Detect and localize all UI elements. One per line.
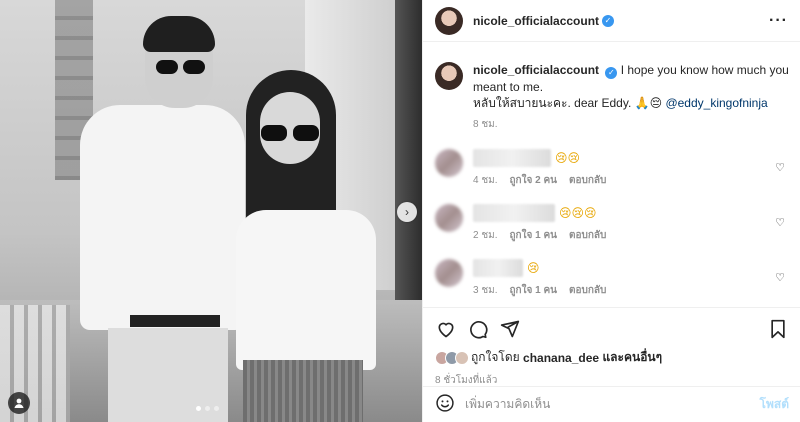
verified-icon: ✓ [602,14,615,27]
comment-time[interactable]: 3 ชม. [473,285,498,296]
more-options-icon[interactable]: ··· [769,12,788,30]
comment-time[interactable]: 4 ชม. [473,175,498,186]
verified-icon: ✓ [605,67,618,79]
like-comment-icon[interactable]: ♡ [775,271,785,284]
like-comment-icon[interactable]: ♡ [775,216,785,229]
post-sidebar: nicole_officialaccount ✓ ··· nicole_offi… [422,0,800,422]
comment-username[interactable] [473,204,555,222]
likes-others-link[interactable]: และคนอื่นๆ [602,348,662,367]
avatar[interactable] [435,149,463,177]
photo-woman [228,70,378,422]
tagged-users-button[interactable] [8,392,30,414]
comments-list[interactable]: nicole_officialaccount ✓ I hope you know… [423,42,800,307]
liker-username[interactable]: chanana_dee [523,351,599,365]
chevron-right-icon: › [405,205,409,219]
send-icon [500,320,520,338]
add-comment-bar: เพิ่มความคิดเห็น โพสต์ [423,386,800,422]
post-header: nicole_officialaccount ✓ ··· [423,0,800,42]
comment-username[interactable] [473,259,523,277]
like-comment-icon[interactable]: ♡ [775,161,785,174]
liker-avatars [435,350,469,365]
heart-icon [438,322,454,338]
bookmark-icon [771,319,785,339]
carousel-indicator [196,406,219,411]
comment-text: 😢😢 [555,151,581,165]
save-button[interactable] [767,318,789,340]
reply-button[interactable]: ตอบกลับ [569,230,606,241]
avatar[interactable] [435,204,463,232]
comment-icon [470,321,488,339]
caption-text-line2: หลับให้สบายนะคะ. dear Eddy. 🙏😔 [473,96,663,110]
comment-item: 😢😢😢 2 ชม. ถูกใจ 1 คน ตอบกลับ ♡ [435,204,789,243]
like-button[interactable] [435,318,457,340]
likes-prefix: ถูกใจโดย [471,350,520,364]
add-comment-input[interactable]: เพิ่มความคิดเห็น [465,395,760,414]
caption-username[interactable]: nicole_officialaccount [473,63,599,77]
reply-button[interactable]: ตอบกลับ [569,285,606,296]
avatar[interactable] [435,6,463,35]
photo-man [60,10,245,422]
comment-likes[interactable]: ถูกใจ 2 คน [510,175,558,186]
share-button[interactable] [499,318,521,340]
comment-text: 😢😢😢 [559,206,597,220]
avatar[interactable] [435,259,463,287]
carousel-dot [196,406,201,411]
carousel-dot [205,406,210,411]
likes-summary: ถูกใจโดย chanana_dee และคนอื่นๆ [435,348,789,367]
comment-username[interactable] [473,149,551,167]
post-comment-button[interactable]: โพสต์ [760,395,789,414]
reply-button[interactable]: ตอบกลับ [569,175,606,186]
comment-text: 😢 [527,261,540,275]
comment-likes[interactable]: ถูกใจ 1 คน [510,285,558,296]
caption: nicole_officialaccount ✓ I hope you know… [435,42,789,133]
author-username[interactable]: nicole_officialaccount [473,14,599,28]
comment-likes[interactable]: ถูกใจ 1 คน [510,230,558,241]
comment-button[interactable] [467,318,489,340]
comment-time[interactable]: 2 ชม. [473,230,498,241]
carousel-next-button[interactable]: › [397,202,417,222]
post-photo[interactable]: › [0,0,422,422]
avatar[interactable] [435,62,463,90]
comment-item: 😢😢 4 ชม. ถูกใจ 2 คน ตอบกลับ ♡ [435,149,789,188]
comment-item: 😢 3 ชม. ถูกใจ 1 คน ตอบกลับ ♡ [435,259,789,298]
emoji-icon[interactable] [435,393,455,416]
caption-time[interactable]: 8 ชม. [473,119,498,130]
caption-mention-link[interactable]: @eddy_kingofninja [665,96,767,110]
post-actions: ถูกใจโดย chanana_dee และคนอื่นๆ 8 ชั่วโม… [423,307,800,394]
user-icon [14,398,24,408]
carousel-dot [214,406,219,411]
